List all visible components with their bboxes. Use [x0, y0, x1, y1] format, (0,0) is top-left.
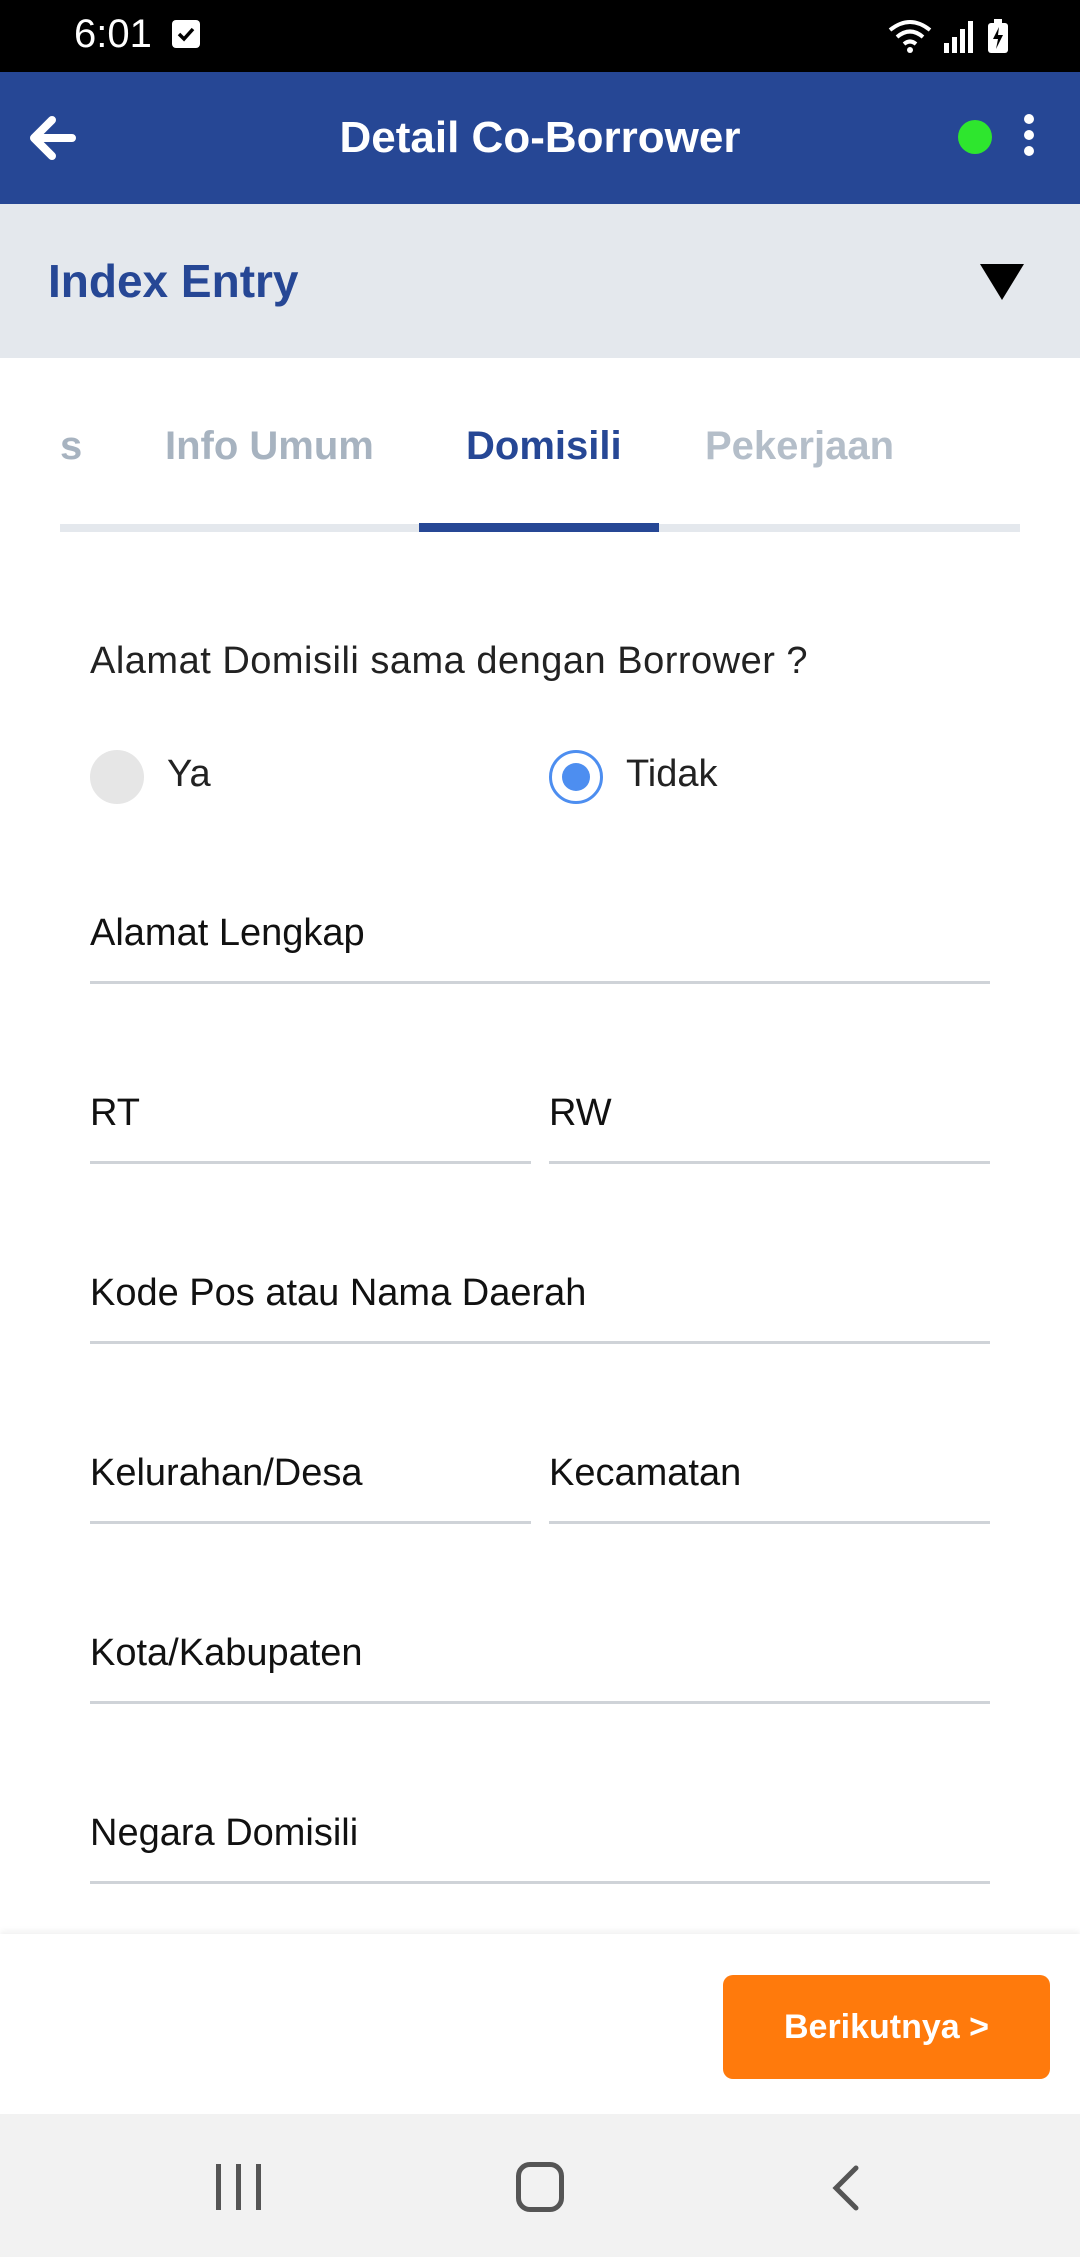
field-label: Kecamatan	[549, 1452, 742, 1494]
tab-bar: s Info Umum Domisili Pekerjaan	[60, 400, 1020, 532]
wifi-icon	[888, 20, 932, 53]
field-underline	[90, 1341, 990, 1344]
radio-tidak[interactable]	[549, 750, 603, 804]
checkbox-notification-icon	[172, 20, 200, 48]
app-bar: Detail Co-Borrower	[0, 72, 1080, 204]
field-label: RW	[549, 1092, 612, 1134]
field-label: Kelurahan/Desa	[90, 1452, 363, 1494]
tab-previous-partial[interactable]: s	[60, 424, 82, 469]
radio-ya[interactable]	[90, 750, 144, 804]
alamat-lengkap-field[interactable]: Alamat Lengkap	[90, 912, 990, 984]
negara-field[interactable]: Negara Domisili	[90, 1812, 990, 1884]
tab-domisili[interactable]: Domisili	[466, 424, 622, 469]
field-label: RT	[90, 1092, 140, 1134]
signal-icon	[944, 21, 973, 53]
kecamatan-field[interactable]: Kecamatan	[549, 1452, 990, 1524]
status-bar: 6:01	[0, 0, 1080, 72]
tab-pekerjaan[interactable]: Pekerjaan	[705, 424, 894, 469]
home-icon[interactable]	[516, 2162, 564, 2212]
field-underline	[90, 1161, 531, 1164]
kota-field[interactable]: Kota/Kabupaten	[90, 1632, 990, 1704]
kode-pos-field[interactable]: Kode Pos atau Nama Daerah	[90, 1272, 990, 1344]
status-icons	[888, 16, 1010, 56]
system-navigation-bar	[0, 2114, 1080, 2257]
field-underline	[90, 1521, 531, 1524]
recents-icon[interactable]	[216, 2164, 264, 2210]
back-nav-icon[interactable]	[826, 2164, 866, 2212]
field-label: Alamat Lengkap	[90, 912, 365, 954]
kelurahan-field[interactable]: Kelurahan/Desa	[90, 1452, 531, 1524]
field-label: Kode Pos atau Nama Daerah	[90, 1272, 587, 1314]
tab-info-umum[interactable]: Info Umum	[165, 424, 374, 469]
radio-ya-label[interactable]: Ya	[167, 753, 211, 796]
field-underline	[549, 1161, 990, 1164]
field-label: Negara Domisili	[90, 1812, 359, 1854]
index-entry-label: Index Entry	[48, 255, 299, 307]
rw-field[interactable]: RW	[549, 1092, 990, 1164]
radio-tidak-label[interactable]: Tidak	[626, 753, 718, 796]
arrow-left-icon	[30, 116, 76, 160]
field-underline	[90, 1701, 990, 1704]
rt-field[interactable]: RT	[90, 1092, 531, 1164]
triangle-down-icon[interactable]	[980, 264, 1024, 300]
online-status-indicator	[958, 120, 992, 154]
tab-active-indicator	[419, 523, 659, 532]
index-entry-header[interactable]: Index Entry	[0, 204, 1080, 358]
more-vertical-icon[interactable]	[1016, 110, 1042, 166]
back-button[interactable]	[28, 112, 80, 164]
field-underline	[549, 1521, 990, 1524]
status-time: 6:01	[74, 12, 152, 56]
field-label: Kota/Kabupaten	[90, 1632, 363, 1674]
field-underline	[90, 981, 990, 984]
battery-charging-icon	[988, 19, 1008, 53]
domicile-same-question: Alamat Domisili sama dengan Borrower ?	[90, 640, 809, 682]
next-button[interactable]: Berikutnya >	[723, 1975, 1050, 2079]
field-underline	[90, 1881, 990, 1884]
page-title: Detail Co-Borrower	[339, 113, 741, 162]
